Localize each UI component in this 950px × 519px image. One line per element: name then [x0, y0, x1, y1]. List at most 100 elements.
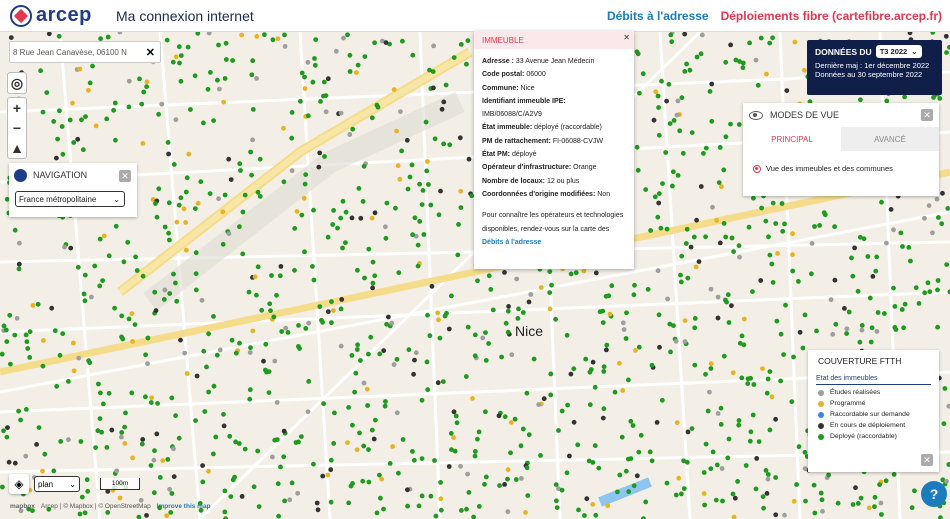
- building-marker[interactable]: [379, 476, 385, 482]
- building-marker[interactable]: [439, 106, 445, 112]
- building-marker[interactable]: [195, 200, 201, 206]
- building-marker[interactable]: [874, 329, 880, 334]
- building-marker[interactable]: [659, 78, 664, 84]
- building-marker[interactable]: [516, 306, 521, 312]
- building-marker[interactable]: [298, 98, 303, 104]
- building-marker[interactable]: [321, 93, 326, 99]
- building-marker[interactable]: [783, 302, 788, 308]
- building-marker[interactable]: [763, 468, 769, 473]
- building-marker[interactable]: [148, 463, 154, 468]
- building-marker[interactable]: [233, 350, 239, 356]
- building-marker[interactable]: [670, 183, 675, 189]
- building-marker[interactable]: [144, 84, 150, 90]
- building-marker[interactable]: [634, 473, 640, 479]
- building-marker[interactable]: [289, 110, 295, 115]
- building-marker[interactable]: [211, 383, 217, 389]
- building-marker[interactable]: [675, 98, 681, 104]
- building-marker[interactable]: [266, 390, 272, 395]
- building-marker[interactable]: [425, 312, 430, 318]
- building-marker[interactable]: [377, 351, 383, 357]
- building-marker[interactable]: [347, 52, 353, 58]
- building-marker[interactable]: [237, 224, 242, 230]
- building-marker[interactable]: [590, 359, 596, 365]
- building-marker[interactable]: [861, 236, 867, 242]
- building-marker[interactable]: [427, 67, 432, 73]
- building-marker[interactable]: [419, 397, 425, 403]
- building-marker[interactable]: [239, 32, 245, 38]
- building-marker[interactable]: [145, 335, 151, 341]
- building-marker[interactable]: [657, 344, 662, 350]
- building-marker[interactable]: [322, 154, 327, 159]
- building-marker[interactable]: [729, 235, 735, 241]
- building-marker[interactable]: [154, 214, 160, 220]
- building-marker[interactable]: [113, 223, 119, 229]
- building-marker[interactable]: [736, 243, 742, 249]
- building-marker[interactable]: [248, 149, 254, 155]
- building-marker[interactable]: [902, 94, 907, 100]
- building-marker[interactable]: [464, 506, 469, 512]
- building-marker[interactable]: [659, 397, 665, 403]
- building-marker[interactable]: [306, 320, 312, 326]
- building-marker[interactable]: [582, 513, 587, 518]
- building-marker[interactable]: [239, 494, 245, 499]
- building-marker[interactable]: [631, 292, 637, 298]
- building-marker[interactable]: [466, 490, 472, 495]
- building-marker[interactable]: [832, 277, 838, 283]
- building-marker[interactable]: [356, 186, 362, 191]
- building-marker[interactable]: [636, 344, 642, 350]
- building-marker[interactable]: [513, 477, 519, 482]
- building-marker[interactable]: [310, 264, 315, 269]
- building-marker[interactable]: [399, 148, 404, 154]
- building-marker[interactable]: [362, 275, 367, 281]
- building-marker[interactable]: [687, 67, 693, 73]
- building-marker[interactable]: [656, 200, 662, 206]
- building-marker[interactable]: [674, 420, 680, 425]
- building-marker[interactable]: [538, 285, 544, 290]
- building-marker[interactable]: [592, 384, 598, 390]
- building-marker[interactable]: [70, 100, 75, 106]
- building-marker[interactable]: [109, 427, 115, 433]
- building-marker[interactable]: [759, 205, 764, 211]
- building-marker[interactable]: [559, 487, 565, 493]
- building-marker[interactable]: [472, 453, 478, 459]
- building-marker[interactable]: [17, 240, 22, 246]
- building-marker[interactable]: [634, 144, 640, 150]
- building-marker[interactable]: [538, 453, 543, 458]
- building-marker[interactable]: [121, 259, 127, 265]
- building-marker[interactable]: [790, 231, 795, 237]
- building-marker[interactable]: [446, 326, 452, 332]
- building-marker[interactable]: [423, 119, 429, 125]
- building-marker[interactable]: [54, 155, 59, 161]
- building-marker[interactable]: [802, 449, 808, 455]
- building-marker[interactable]: [632, 282, 637, 288]
- building-marker[interactable]: [707, 389, 712, 395]
- building-marker[interactable]: [339, 297, 345, 302]
- building-marker[interactable]: [114, 468, 120, 474]
- building-marker[interactable]: [311, 207, 316, 213]
- building-marker[interactable]: [193, 271, 199, 277]
- building-marker[interactable]: [663, 150, 669, 155]
- building-marker[interactable]: [1, 323, 7, 329]
- building-marker[interactable]: [159, 101, 165, 107]
- building-marker[interactable]: [320, 319, 325, 325]
- building-marker[interactable]: [796, 279, 801, 284]
- building-marker[interactable]: [835, 500, 841, 506]
- building-marker[interactable]: [718, 405, 724, 411]
- building-marker[interactable]: [913, 285, 919, 291]
- building-marker[interactable]: [437, 335, 443, 341]
- building-marker[interactable]: [458, 463, 463, 469]
- building-marker[interactable]: [256, 504, 262, 509]
- building-marker[interactable]: [583, 356, 589, 362]
- building-marker[interactable]: [730, 491, 736, 497]
- building-marker[interactable]: [826, 472, 831, 478]
- building-marker[interactable]: [590, 502, 596, 507]
- building-marker[interactable]: [220, 209, 226, 215]
- building-marker[interactable]: [382, 403, 388, 409]
- building-marker[interactable]: [338, 343, 344, 349]
- building-marker[interactable]: [503, 320, 509, 326]
- building-marker[interactable]: [811, 482, 817, 488]
- building-marker[interactable]: [432, 136, 438, 142]
- building-marker[interactable]: [631, 483, 637, 489]
- building-marker[interactable]: [156, 111, 162, 117]
- building-marker[interactable]: [765, 476, 771, 482]
